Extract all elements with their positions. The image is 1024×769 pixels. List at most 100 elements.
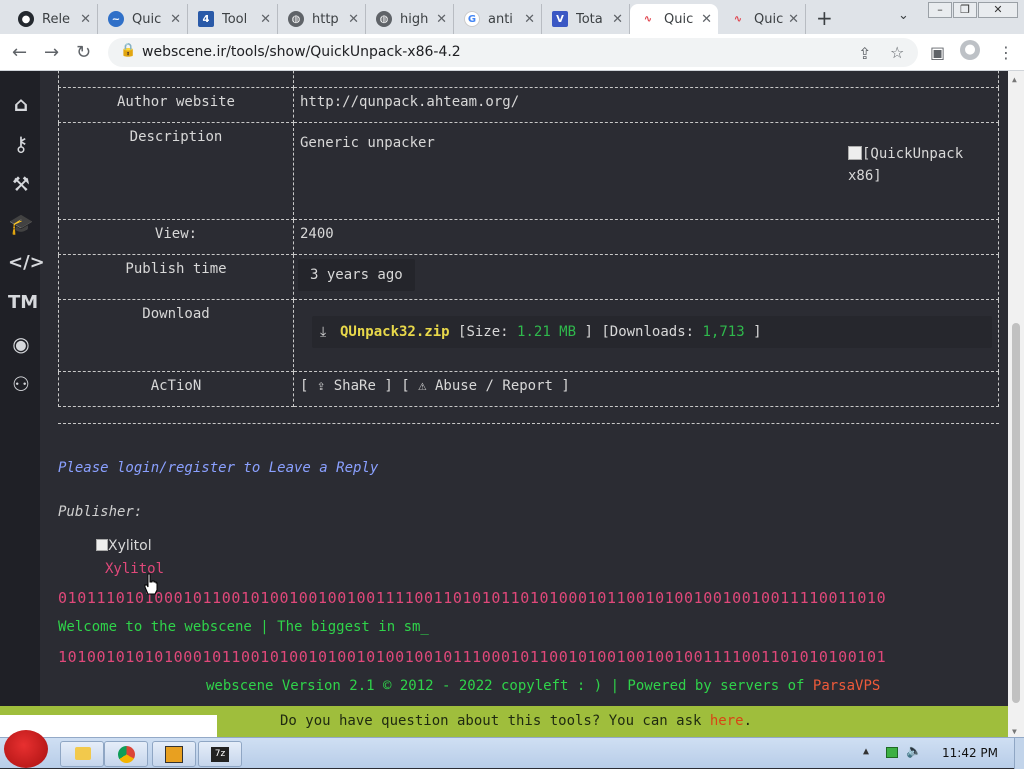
publisher-image-alt: Xylitol: [108, 538, 152, 554]
new-tab-button[interactable]: +: [816, 6, 833, 30]
window-close-button[interactable]: ✕: [978, 2, 1018, 18]
author-label: Author: [58, 71, 294, 88]
hand-cursor-icon: [144, 573, 158, 595]
github-icon: ●: [18, 11, 34, 27]
volume-icon[interactable]: 🔈: [906, 744, 922, 759]
welcome-ticker: Welcome to the webscene | The biggest in…: [58, 619, 429, 635]
close-icon[interactable]: ✕: [701, 12, 712, 27]
key-icon[interactable]: ⚷: [8, 132, 34, 158]
publisher-label: Publisher:: [58, 504, 143, 520]
scrollbar-thumb[interactable]: [1012, 323, 1020, 703]
share-icon: ⇪: [316, 378, 326, 394]
bracket-open: [: [300, 378, 309, 394]
taskbar-chrome[interactable]: [104, 741, 148, 767]
scroll-up-icon[interactable]: ▲: [1012, 75, 1017, 84]
tab-title: http: [312, 11, 339, 27]
download-box: ⤓ QUnpack32.zip [Size: 1.21 MB ] [Downlo…: [312, 316, 992, 348]
close-icon[interactable]: ✕: [436, 12, 447, 27]
table-row: Author website http://qunpack.ahteam.org…: [58, 87, 999, 123]
tab-2[interactable]: ~ Quic ✕: [98, 4, 188, 34]
back-arrow-icon[interactable]: ←: [12, 42, 27, 63]
menu-kebab-icon[interactable]: ⋮: [998, 43, 1014, 62]
reload-icon[interactable]: ↻: [76, 42, 91, 63]
scroll-down-icon[interactable]: ▼: [1012, 727, 1017, 736]
start-button-angry-bird-icon[interactable]: [4, 730, 48, 768]
network-icon[interactable]: [886, 747, 898, 758]
home-icon[interactable]: ⌂: [8, 92, 34, 118]
report-button[interactable]: ⚠ Abuse / Report: [418, 378, 553, 394]
page-scrollbar[interactable]: ▲ ▼: [1008, 71, 1024, 740]
bracket-close: ]: [561, 378, 570, 394]
profile-avatar-icon[interactable]: ●: [960, 40, 980, 60]
footer-brand-link[interactable]: ParsaVPS: [813, 678, 880, 694]
clock[interactable]: 11:42 PM: [942, 746, 998, 760]
side-panel-icon[interactable]: ▣: [930, 43, 945, 62]
download-size: 1.21 MB: [517, 324, 577, 340]
taskbar-explorer[interactable]: [60, 741, 104, 767]
tab-title: Tota: [576, 11, 603, 27]
action-label: AcTioN: [58, 371, 294, 407]
code-icon[interactable]: </>: [8, 252, 45, 278]
url-text[interactable]: webscene.ir/tools/show/QuickUnpack-x86-4…: [142, 44, 461, 60]
trademark-icon[interactable]: TM: [8, 292, 38, 318]
address-bar[interactable]: 🔒 webscene.ir/tools/show/QuickUnpack-x86…: [108, 38, 918, 67]
user-circle-icon[interactable]: ◉: [8, 332, 34, 358]
login-reply-link[interactable]: Please login/register to Leave a Reply: [58, 460, 378, 476]
taskbar-app[interactable]: [152, 741, 196, 767]
close-icon[interactable]: ✕: [348, 12, 359, 27]
maximize-button[interactable]: ❐: [953, 2, 977, 18]
globe-icon: ◍: [376, 11, 392, 27]
download-cell: ⤓ QUnpack32.zip [Size: 1.21 MB ] [Downlo…: [293, 299, 999, 372]
tab-6[interactable]: G anti ✕: [454, 4, 542, 34]
tab-search-button[interactable]: ⌄: [898, 8, 909, 23]
hammer-icon[interactable]: ⚒: [8, 172, 34, 198]
user-plus-icon[interactable]: ⚇: [8, 372, 34, 398]
share-icon[interactable]: ⇪: [858, 44, 871, 63]
tab-8-active[interactable]: ∿ Quic ✕: [630, 4, 718, 34]
close-icon[interactable]: ✕: [612, 12, 623, 27]
graduation-cap-icon[interactable]: 🎓: [8, 212, 34, 238]
close-icon[interactable]: ✕: [260, 12, 271, 27]
bookmark-star-icon[interactable]: ☆: [890, 43, 904, 62]
minimize-button[interactable]: –: [928, 2, 952, 18]
description-label: Description: [58, 122, 294, 220]
webscene-icon: ~: [108, 11, 124, 27]
divider: [58, 423, 999, 424]
warning-icon: ⚠: [418, 378, 427, 394]
download-label: Download: [58, 299, 294, 372]
publish-time-cell: 3 years ago: [293, 254, 999, 300]
globe-icon: ◍: [288, 11, 304, 27]
table-row: AcTioN [ ⇪ ShaRe ] [ ⚠ Abuse / Report ]: [58, 371, 999, 407]
close-icon[interactable]: ✕: [80, 12, 91, 27]
virustotal-icon: V: [552, 11, 568, 27]
report-label: Abuse / Report: [434, 378, 553, 394]
tool-image-alt: [QuickUnpack x86]: [848, 146, 964, 184]
close-icon[interactable]: ✕: [524, 12, 535, 27]
tab-4[interactable]: ◍ http ✕: [278, 4, 366, 34]
tab-5[interactable]: ◍ high ✕: [366, 4, 454, 34]
tab-title: anti: [488, 11, 513, 27]
taskbar-7zip[interactable]: 7z: [198, 741, 242, 767]
show-desktop-button[interactable]: [1014, 738, 1024, 769]
tab-1[interactable]: ● Rele ✕: [8, 4, 98, 34]
tab-title: Quic: [754, 11, 784, 27]
tab-9[interactable]: ∿ Quic ✕: [720, 4, 806, 34]
tab-7[interactable]: V Tota ✕: [542, 4, 630, 34]
publisher-avatar[interactable]: Xylitol: [96, 538, 152, 554]
tab-title: Quic: [132, 11, 162, 27]
tab-3[interactable]: 4 Tool ✕: [188, 4, 278, 34]
close-icon[interactable]: ✕: [170, 12, 181, 27]
ask-here-link[interactable]: here: [710, 713, 744, 729]
share-button[interactable]: ⇪ ShaRe: [317, 378, 376, 394]
tab-title: Rele: [42, 11, 71, 27]
download-size-prefix: [Size:: [458, 324, 509, 340]
table-row: Description Generic unpacker [QuickUnpac…: [58, 122, 999, 220]
lock-icon[interactable]: 🔒: [120, 43, 136, 58]
author-website-value: http://qunpack.ahteam.org/: [293, 87, 999, 123]
download-link[interactable]: QUnpack32.zip: [340, 324, 450, 340]
tray-arrow-icon[interactable]: ▲: [863, 746, 869, 757]
close-icon[interactable]: ✕: [788, 12, 799, 27]
table-row: View: 2400: [58, 219, 999, 255]
forward-arrow-icon[interactable]: →: [44, 42, 59, 63]
chrome-icon: [118, 746, 135, 763]
